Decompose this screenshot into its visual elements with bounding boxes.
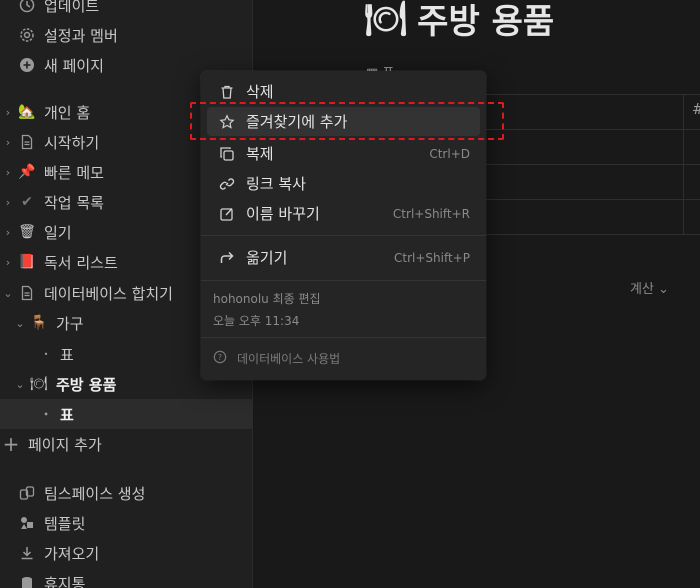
- menu-item-add-to-favorites[interactable]: 즐겨찾기에 추가: [207, 107, 480, 136]
- sidebar-item-label: 가구: [56, 314, 84, 333]
- duplicate-icon: [217, 146, 237, 162]
- number-column-header[interactable]: #: [692, 100, 700, 118]
- sidebar-item-label: 개인 홈: [44, 103, 91, 122]
- template-icon: [16, 515, 38, 531]
- check-icon: ✔: [21, 194, 33, 210]
- sidebar-item-label: 템플릿: [44, 514, 86, 533]
- team-icon: [16, 485, 38, 501]
- shortcut-label: Ctrl+Shift+R: [392, 206, 470, 221]
- menu-item-copy-link[interactable]: 링크 복사: [207, 169, 480, 198]
- shortcut-label: Ctrl+D: [429, 146, 470, 161]
- column-divider: [683, 94, 684, 234]
- chevron-right-icon[interactable]: ›: [0, 256, 16, 269]
- clock-icon: [16, 0, 38, 13]
- chevron-right-icon[interactable]: ›: [0, 166, 16, 179]
- sidebar-item-label: 빠른 메모: [44, 163, 104, 182]
- chevron-down-icon[interactable]: ⌄: [12, 317, 28, 330]
- rename-icon: [217, 206, 237, 222]
- sidebar-item-label: 팀스페이스 생성: [44, 484, 146, 503]
- sidebar-item-label: 표: [60, 345, 74, 364]
- link-icon: [217, 176, 237, 192]
- chair-icon: 🪑: [30, 315, 48, 331]
- sidebar-create-teamspace[interactable]: 팀스페이스 생성: [0, 478, 253, 508]
- move-arrow-icon: [217, 250, 237, 266]
- sidebar-updates[interactable]: 업데이트: [0, 0, 253, 20]
- sidebar-item-label: 일기: [44, 223, 72, 242]
- menu-item-move[interactable]: 옮기기 Ctrl+Shift+P: [207, 243, 480, 272]
- sidebar-item-label: 페이지 추가: [28, 435, 102, 454]
- house-icon: 🏡: [18, 104, 36, 120]
- menu-item-rename[interactable]: 이름 바꾸기 Ctrl+Shift+R: [207, 199, 480, 228]
- star-icon: [217, 113, 237, 130]
- sidebar-settings[interactable]: 설정과 멤버: [0, 20, 253, 50]
- book-icon: 📕: [18, 254, 36, 270]
- sidebar-item-label: 새 페이지: [44, 56, 104, 75]
- chevron-down-icon[interactable]: ⌄: [0, 287, 16, 300]
- sidebar-item-label: 데이터베이스 합치기: [44, 284, 173, 303]
- trash-icon: [16, 575, 38, 588]
- sidebar-trash[interactable]: 휴지통: [0, 568, 253, 588]
- menu-separator: [201, 337, 486, 338]
- chevron-right-icon[interactable]: ›: [0, 196, 16, 209]
- chevron-right-icon[interactable]: ›: [0, 226, 16, 239]
- sidebar-item-label: 독서 리스트: [44, 253, 118, 272]
- page-title-text[interactable]: 주방 용품: [417, 0, 554, 43]
- sidebar-item-kitchen-table[interactable]: • 표: [0, 399, 253, 429]
- help-link[interactable]: ? 데이터베이스 사용법: [213, 350, 340, 367]
- page-title[interactable]: 🍽 주방 용품: [364, 0, 554, 43]
- menu-separator: [201, 280, 486, 281]
- sidebar-add-page[interactable]: + 페이지 추가: [0, 429, 253, 459]
- sidebar-import[interactable]: 가져오기: [0, 538, 253, 568]
- last-edited-time: 오늘 오후 11:34: [213, 314, 300, 328]
- gear-icon: [16, 27, 38, 43]
- question-icon: ?: [213, 350, 227, 367]
- download-icon: [16, 545, 38, 561]
- kitchen-icon[interactable]: 🍽: [364, 0, 407, 39]
- menu-item-delete[interactable]: 삭제: [207, 77, 480, 106]
- bullet-icon: •: [43, 349, 49, 359]
- last-edited-by: hohonolu 최종 편집: [213, 292, 321, 306]
- kitchen-icon: 🍽: [30, 376, 48, 392]
- plus-circle-icon: [16, 57, 38, 73]
- chevron-right-icon[interactable]: ›: [0, 106, 16, 119]
- trash-can-icon: 🗑: [18, 224, 36, 240]
- bullet-icon: •: [43, 409, 49, 419]
- menu-separator: [201, 235, 486, 236]
- sidebar-item-label: 업데이트: [44, 0, 100, 15]
- page-icon: [16, 285, 38, 301]
- chevron-right-icon[interactable]: ›: [0, 136, 16, 149]
- shortcut-label: Ctrl+Shift+P: [394, 250, 470, 265]
- sidebar-item-label: 주방 용품: [56, 375, 117, 394]
- sidebar-item-label: 작업 목록: [44, 193, 104, 212]
- trash-icon: [217, 84, 237, 100]
- svg-text:?: ?: [218, 353, 222, 362]
- plus-icon: +: [2, 432, 20, 456]
- page-icon: [16, 134, 38, 150]
- sidebar-templates[interactable]: 템플릿: [0, 508, 253, 538]
- chevron-down-icon[interactable]: ⌄: [12, 378, 28, 391]
- pin-icon: 📌: [18, 164, 36, 180]
- sidebar-item-label: 시작하기: [44, 133, 100, 152]
- sidebar-item-label: 표: [60, 405, 74, 424]
- sidebar-item-label: 가져오기: [44, 544, 100, 563]
- menu-item-duplicate[interactable]: 복제 Ctrl+D: [207, 139, 480, 168]
- sidebar-item-label: 설정과 멤버: [44, 26, 118, 45]
- context-menu: 삭제 즐겨찾기에 추가 복제 Ctrl+D 링크 복사 이름 바꾸기 Ctrl+…: [201, 71, 486, 380]
- sidebar-item-label: 휴지통: [44, 574, 86, 588]
- calculate-button[interactable]: 계산 ⌄: [630, 278, 669, 297]
